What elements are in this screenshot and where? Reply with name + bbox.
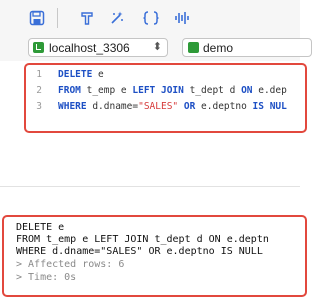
connection-select[interactable]: localhost_3306 ⬍ xyxy=(28,38,168,57)
code-token: d.dname= xyxy=(86,101,139,112)
code-token: e.deptno xyxy=(195,101,253,112)
code-line: WHERE d.dname="SALES" OR e.deptno IS NUL xyxy=(58,100,287,113)
line-number: 2 xyxy=(36,85,42,96)
toolbar xyxy=(0,0,300,36)
code-token: e xyxy=(92,69,104,80)
database-label: demo xyxy=(203,41,234,55)
code-line: FROM t_emp e LEFT JOIN t_dept d ON e.dep xyxy=(58,84,287,97)
result-panel: DELETE e FROM t_emp e LEFT JOIN t_dept d … xyxy=(0,187,307,300)
result-query-line: WHERE d.dname="SALES" OR e.deptno IS NUL… xyxy=(16,246,263,257)
code-token: DELETE xyxy=(58,69,93,80)
magic-wand-icon[interactable] xyxy=(107,8,127,28)
braces-icon[interactable] xyxy=(141,8,161,28)
code-line: DELETE e xyxy=(58,68,104,81)
result-status-line: > Time: 0s xyxy=(16,272,77,283)
code-token: e.dep xyxy=(252,85,287,96)
code-token: WHERE xyxy=(58,101,87,112)
connection-label: localhost_3306 xyxy=(49,41,130,55)
save-icon[interactable] xyxy=(27,8,47,28)
code-token: IS NUL xyxy=(252,101,287,112)
result-query-line: FROM t_emp e LEFT JOIN t_dept d ON e.dep… xyxy=(16,234,269,245)
sql-editor[interactable]: 1 2 3 DELETE e FROM t_emp e LEFT JOIN t_dep… xyxy=(0,61,307,185)
database-select[interactable]: demo xyxy=(182,38,312,57)
waveform-icon[interactable] xyxy=(172,8,192,28)
code-token: t_dept d xyxy=(183,85,242,96)
line-number: 1 xyxy=(36,69,42,80)
result-status-line: > Affected rows: 6 xyxy=(16,259,125,270)
result-query-line: DELETE e xyxy=(16,222,65,233)
chevron-updown-icon: ⬍ xyxy=(152,41,162,53)
code-token: OR xyxy=(183,101,196,112)
code-token: ON xyxy=(241,85,253,96)
line-number: 3 xyxy=(36,101,42,112)
server-icon xyxy=(33,42,44,53)
code-token: "SALES" xyxy=(138,101,179,112)
connection-bar: localhost_3306 ⬍ demo xyxy=(0,36,312,62)
code-token: FROM xyxy=(58,85,81,96)
database-icon xyxy=(188,42,199,53)
format-icon[interactable] xyxy=(77,8,97,28)
code-token: LEFT JOIN xyxy=(132,85,184,96)
code-token: t_emp e xyxy=(80,85,133,96)
toolbar-separator xyxy=(57,8,58,28)
